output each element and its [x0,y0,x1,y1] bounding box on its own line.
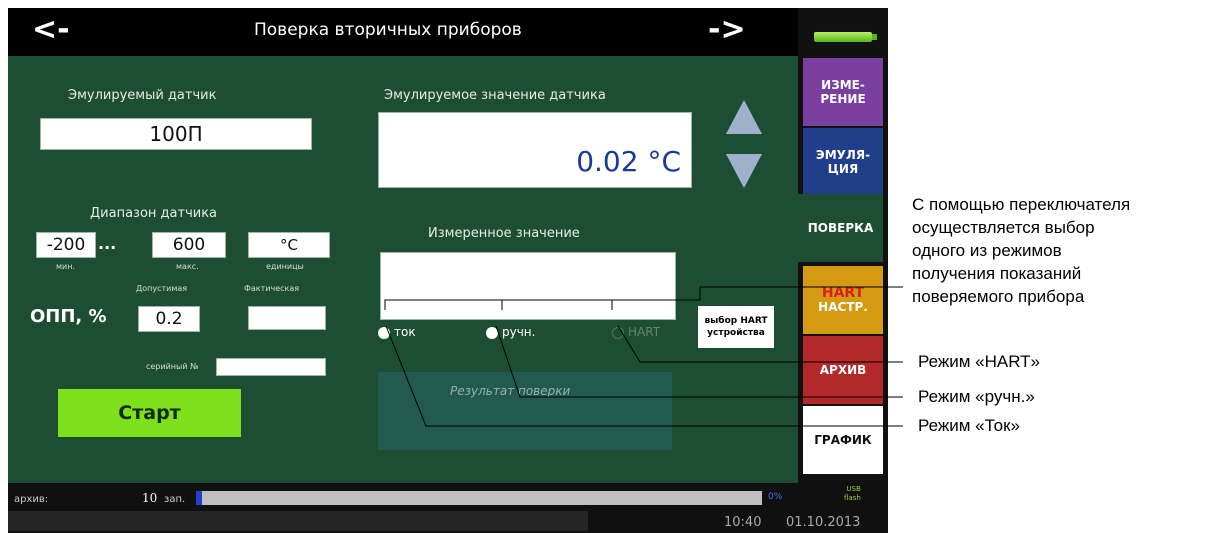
mode-manual-annotation: Режим «ручн.» [918,387,1035,406]
switch-note-line: поверяемого прибора [912,287,1085,306]
switch-note-line: одного из режимов [912,241,1062,260]
mode-hart-annotation: Режим «HART» [918,352,1041,371]
mode-current-annotation: Режим «Ток» [918,416,1020,435]
switch-note-line: получения показаний [912,264,1082,283]
switch-note-line: С помощью переключателя [912,195,1131,214]
switch-annotation: С помощью переключателя осуществляется в… [912,193,1130,308]
switch-note-line: осуществляется выбор [912,218,1095,237]
